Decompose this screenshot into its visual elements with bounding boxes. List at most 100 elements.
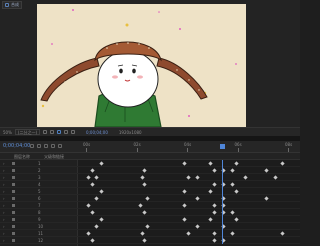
keyframe[interactable] [280, 231, 285, 236]
keyframe-track[interactable] [78, 216, 300, 223]
keyframe[interactable] [195, 224, 200, 229]
keyframe[interactable] [243, 175, 248, 180]
draft-3d-icon[interactable] [44, 144, 48, 148]
composition-viewer[interactable]: 合成 [0, 0, 300, 128]
expand-arrow-icon[interactable]: › [3, 161, 5, 166]
viewer-tab[interactable]: 合成 [2, 1, 22, 9]
expand-arrow-icon[interactable]: › [3, 210, 5, 215]
keyframe-track[interactable] [78, 160, 300, 167]
keyframe[interactable] [229, 182, 235, 187]
keyframe[interactable] [182, 203, 187, 208]
visibility-switch[interactable] [12, 218, 15, 221]
expand-arrow-icon[interactable]: › [3, 238, 5, 243]
keyframe-track[interactable] [78, 209, 300, 216]
keyframe[interactable] [94, 175, 100, 180]
keyframe[interactable] [186, 175, 191, 180]
transparency-grid-icon[interactable] [50, 130, 55, 134]
layer-row[interactable]: › 9 [0, 216, 78, 223]
keyframe[interactable] [273, 175, 278, 180]
keyframe[interactable] [182, 189, 187, 194]
resolution-dropdown[interactable]: (二分之一) [14, 129, 41, 135]
motion-blur-icon[interactable] [51, 144, 55, 148]
keyframe[interactable] [208, 161, 213, 166]
visibility-switch[interactable] [12, 169, 15, 172]
keyframe-track[interactable] [78, 167, 300, 174]
keyframe-track[interactable] [78, 181, 300, 188]
keyframe[interactable] [264, 168, 270, 173]
camera-icon[interactable] [64, 130, 69, 134]
keyframe[interactable] [86, 231, 91, 236]
search-icon[interactable] [30, 144, 34, 148]
time-ruler[interactable]: 00s 02s 04s 06s 08s [78, 141, 300, 153]
keyframe-track[interactable] [78, 174, 300, 181]
keyframe[interactable] [212, 231, 217, 236]
visibility-switch[interactable] [12, 197, 15, 200]
keyframe-track[interactable] [78, 230, 300, 237]
keyframe[interactable] [208, 189, 213, 194]
keyframe[interactable] [90, 238, 95, 243]
keyframe[interactable] [208, 217, 213, 222]
keyframe[interactable] [212, 182, 217, 187]
visibility-switch[interactable] [12, 176, 15, 179]
keyframe[interactable] [212, 168, 217, 173]
keyframe[interactable] [234, 161, 239, 166]
layer-row[interactable]: › 5 [0, 188, 78, 195]
comp-flowchart-icon[interactable] [37, 144, 41, 148]
keyframe[interactable] [99, 217, 104, 222]
lock-icon[interactable] [5, 3, 9, 7]
keyframe[interactable] [186, 231, 191, 236]
keyframe[interactable] [86, 175, 91, 180]
keyframe[interactable] [99, 189, 104, 194]
channel-icon[interactable] [71, 130, 76, 134]
visibility-switch[interactable] [12, 225, 15, 228]
keyframe[interactable] [144, 196, 150, 201]
keyframe[interactable] [234, 217, 239, 222]
expand-arrow-icon[interactable]: › [3, 217, 5, 222]
keyframe[interactable] [86, 203, 91, 208]
keyframe[interactable] [182, 217, 187, 222]
viewer-timecode[interactable]: 0;00;04;00 [86, 130, 108, 135]
layer-row[interactable]: › 3 [0, 174, 78, 181]
keyframe-track[interactable] [78, 237, 300, 244]
expand-arrow-icon[interactable]: › [3, 196, 5, 201]
keyframe-track[interactable] [78, 202, 300, 209]
keyframe-tracks[interactable] [78, 160, 300, 246]
layer-row[interactable]: › 7 [0, 202, 78, 209]
keyframe[interactable] [195, 196, 200, 201]
keyframe[interactable] [195, 175, 200, 180]
visibility-switch[interactable] [12, 239, 15, 242]
keyframe-track[interactable] [78, 195, 300, 202]
keyframe[interactable] [234, 189, 239, 194]
region-of-interest-icon[interactable] [43, 130, 48, 134]
keyframe[interactable] [140, 175, 145, 180]
layer-row[interactable]: › 4 [0, 181, 78, 188]
keyframe[interactable] [90, 210, 95, 215]
expand-arrow-icon[interactable]: › [3, 231, 5, 236]
keyframe[interactable] [90, 168, 95, 173]
visibility-switch[interactable] [12, 190, 15, 193]
expand-arrow-icon[interactable]: › [3, 203, 5, 208]
keyframe-track[interactable] [78, 188, 300, 195]
layer-row[interactable]: › 8 [0, 209, 78, 216]
keyframe[interactable] [229, 210, 235, 215]
visibility-switch[interactable] [12, 183, 15, 186]
keyframe[interactable] [99, 161, 104, 166]
keyframe[interactable] [140, 231, 145, 236]
keyframe[interactable] [264, 196, 270, 201]
playhead-line[interactable] [222, 160, 224, 244]
keyframe[interactable] [90, 182, 95, 187]
keyframe[interactable] [94, 224, 100, 229]
layer-row[interactable]: › 6 [0, 195, 78, 202]
layer-row[interactable]: › 11 [0, 230, 78, 237]
keyframe[interactable] [229, 168, 235, 173]
keyframe[interactable] [280, 161, 285, 166]
keyframe[interactable] [229, 231, 235, 236]
visibility-switch[interactable] [12, 162, 15, 165]
visibility-switch[interactable] [12, 232, 15, 235]
expand-arrow-icon[interactable]: › [3, 168, 5, 173]
keyframe[interactable] [212, 210, 217, 215]
keyframe-track[interactable] [78, 223, 300, 230]
graph-editor-icon[interactable] [58, 144, 62, 148]
keyframe[interactable] [142, 182, 148, 187]
zoom-dropdown[interactable]: 50% [3, 130, 12, 135]
